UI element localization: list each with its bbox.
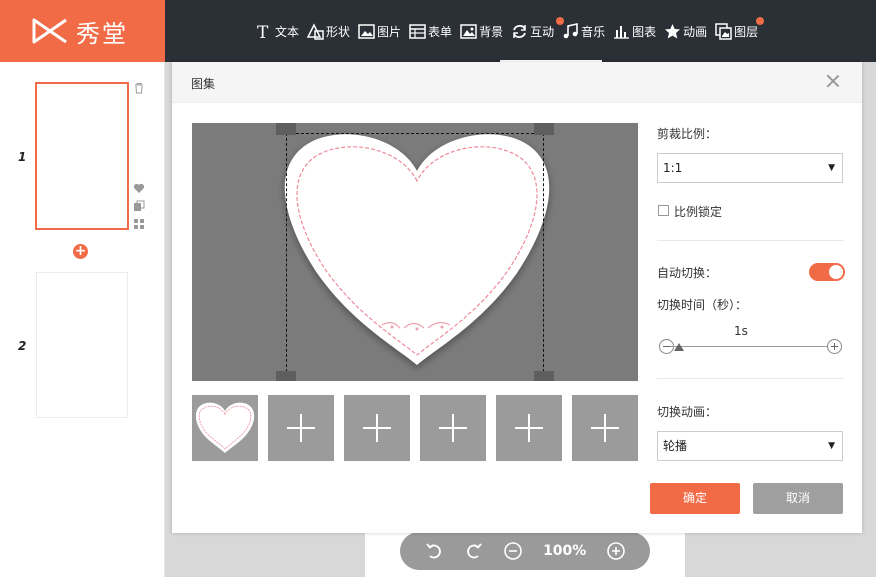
crop-handle-top-left[interactable] — [276, 123, 296, 135]
music-icon — [562, 22, 579, 40]
crop-ratio-select[interactable]: 1:1 ▼ — [657, 153, 843, 183]
tool-interaction-label: 互动 — [530, 24, 555, 39]
shape-icon — [306, 22, 324, 40]
plus-icon — [287, 414, 315, 442]
switch-anim-select[interactable]: 轮播 ▼ — [657, 431, 843, 461]
animation-star-icon — [664, 23, 681, 40]
gallery-add-slot[interactable] — [344, 395, 410, 461]
gallery-add-slot[interactable] — [496, 395, 562, 461]
crop-frame[interactable] — [286, 133, 544, 381]
tool-form[interactable]: 表单 — [409, 0, 452, 62]
tool-background-label: 背景 — [479, 24, 504, 39]
plus-icon — [439, 414, 467, 442]
page-number: 2 — [18, 339, 27, 353]
interaction-icon — [511, 23, 528, 40]
trash-icon[interactable] — [133, 82, 145, 94]
undo-icon[interactable] — [424, 541, 444, 561]
zoom-bar: 100% — [400, 532, 650, 570]
zoom-out-icon[interactable] — [503, 541, 523, 561]
text-icon: T — [256, 23, 273, 43]
slider-thumb[interactable] — [674, 343, 684, 351]
gallery-dialog: 图集 剪裁比例： 1:1 ▼ 比例锁定 自动切换： 切换时间（秒）： 1s 切换… — [172, 62, 862, 533]
gallery-add-slot[interactable] — [572, 395, 638, 461]
divider — [657, 378, 844, 379]
close-icon[interactable] — [826, 74, 840, 88]
notification-dot — [756, 17, 765, 25]
heart-icon[interactable] — [133, 182, 145, 194]
auto-switch-toggle[interactable] — [809, 263, 845, 281]
logo-text: 秀堂 — [76, 19, 128, 48]
dropdown-arrow-icon: ▼ — [828, 163, 835, 173]
tool-image[interactable]: 图片 — [358, 0, 401, 62]
form-icon — [409, 23, 426, 40]
tool-chart-label: 图表 — [632, 24, 657, 39]
gallery-thumbnails — [192, 395, 638, 461]
page-thumbnail-1[interactable] — [35, 82, 129, 230]
tool-layer[interactable]: 图层 — [715, 0, 765, 62]
switch-time-label: 切换时间（秒）： — [657, 298, 748, 312]
grid-icon[interactable] — [133, 218, 145, 230]
page-sidebar: 1 + 2 — [0, 62, 165, 577]
switch-anim-label: 切换动画： — [657, 405, 718, 419]
tool-chart[interactable]: 图表 — [613, 0, 656, 62]
crop-handle-top-right[interactable] — [534, 123, 554, 135]
tool-music-label: 音乐 — [581, 24, 606, 39]
switch-time-slider[interactable] — [670, 346, 828, 347]
chart-icon — [613, 23, 630, 40]
page-number: 1 — [18, 150, 27, 164]
tool-music[interactable]: 音乐 — [562, 0, 605, 62]
confirm-button[interactable]: 确定 — [650, 483, 740, 514]
switch-time-value: 1s — [734, 324, 748, 338]
plus-icon — [363, 414, 391, 442]
tool-text-label: 文本 — [275, 24, 300, 39]
tool-form-label: 表单 — [428, 24, 453, 39]
top-bar: 秀堂 T 文本 形状 图片 表单 背景 互动 音乐 图表 动画 图层 — [0, 0, 876, 62]
tool-interaction[interactable]: 互动 — [511, 0, 565, 62]
toggle-knob — [829, 265, 843, 279]
crop-ratio-value: 1:1 — [663, 161, 683, 175]
gallery-add-slot[interactable] — [268, 395, 334, 461]
tool-layer-label: 图层 — [734, 24, 759, 39]
tool-animation-label: 动画 — [683, 24, 708, 39]
logo-icon — [32, 18, 68, 44]
cancel-button[interactable]: 取消 — [753, 483, 843, 514]
auto-switch-label: 自动切换： — [657, 266, 718, 280]
plus-icon — [515, 414, 543, 442]
toolbar: T 文本 形状 图片 表单 背景 互动 音乐 图表 动画 图层 — [256, 0, 766, 62]
lock-ratio-label: 比例锁定 — [674, 205, 723, 219]
slider-increase-button[interactable] — [827, 339, 842, 354]
lock-ratio-checkbox[interactable] — [658, 205, 669, 216]
dropdown-arrow-icon: ▼ — [828, 441, 835, 451]
image-preview — [192, 123, 638, 381]
background-icon — [460, 23, 477, 40]
tool-text[interactable]: T 文本 — [256, 0, 299, 62]
zoom-in-icon[interactable] — [606, 541, 626, 561]
dialog-title: 图集 — [191, 77, 216, 91]
divider — [657, 240, 844, 241]
crop-handle-bottom-left[interactable] — [276, 371, 296, 381]
svg-text:T: T — [257, 23, 269, 40]
add-page-button[interactable]: + — [73, 244, 88, 259]
redo-icon[interactable] — [464, 541, 484, 561]
image-icon — [358, 23, 375, 40]
crop-ratio-label: 剪裁比例： — [657, 127, 718, 141]
zoom-level: 100% — [543, 543, 587, 559]
tool-shape[interactable]: 形状 — [306, 0, 351, 62]
dialog-header: 图集 — [172, 62, 862, 103]
switch-anim-value: 轮播 — [663, 439, 688, 453]
tool-image-label: 图片 — [377, 24, 402, 39]
layer-icon — [715, 22, 732, 40]
copy-icon[interactable] — [133, 200, 145, 212]
tool-animation[interactable]: 动画 — [664, 0, 707, 62]
plus-icon — [591, 414, 619, 442]
gallery-add-slot[interactable] — [420, 395, 486, 461]
crop-handle-bottom-right[interactable] — [534, 371, 554, 381]
gallery-thumb-heart[interactable] — [192, 395, 258, 461]
tool-shape-label: 形状 — [326, 24, 351, 39]
app-logo[interactable]: 秀堂 — [0, 0, 165, 62]
tool-background[interactable]: 背景 — [460, 0, 503, 62]
page-thumbnail-2[interactable] — [36, 272, 128, 418]
